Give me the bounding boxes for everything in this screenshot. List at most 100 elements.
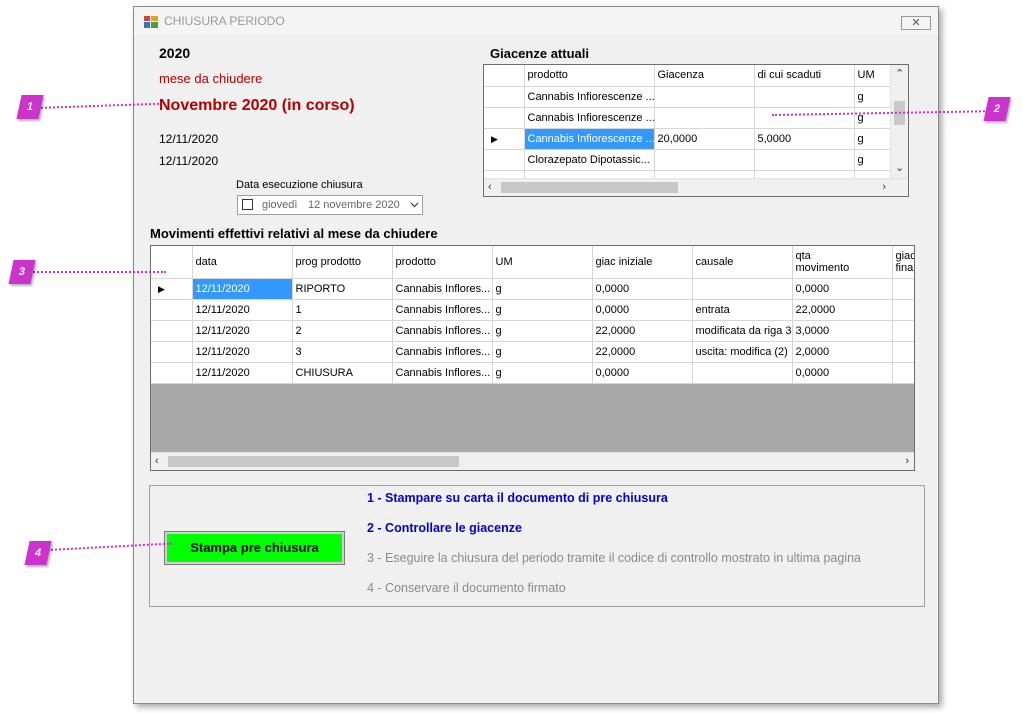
moves-cell[interactable]: RIPORTO <box>292 278 393 300</box>
print-preclose-button[interactable]: Stampa pre chiusura <box>164 531 345 565</box>
scroll-right-icon[interactable]: › <box>882 181 886 193</box>
moves-col-um[interactable]: UM <box>492 246 593 279</box>
moves-cell[interactable]: g <box>492 299 593 321</box>
row-header[interactable] <box>151 299 193 321</box>
moves-cell[interactable]: 12/11/2020 <box>192 278 293 300</box>
moves-col-prodotto[interactable]: prodotto <box>392 246 493 279</box>
stock-row[interactable]: Cannabis Infiorescenze ... g <box>484 86 895 108</box>
moves-cell[interactable]: 12/11/2020 <box>192 299 293 321</box>
moves-cell[interactable]: 2,0000 <box>792 341 893 363</box>
stock-col-um[interactable]: UM <box>854 65 895 87</box>
exec-date-checkbox[interactable] <box>242 199 253 210</box>
stock-col-scaduti[interactable]: di cui scaduti <box>754 65 855 87</box>
stock-col-prodotto[interactable]: prodotto <box>524 65 655 87</box>
stock-row[interactable]: Cannabis Infiorescenze ... g <box>484 107 895 129</box>
stock-hscrollbar[interactable]: ‹ › <box>484 178 908 196</box>
row-header[interactable]: ▶ <box>484 128 525 150</box>
close-button[interactable]: ✕ <box>901 16 931 30</box>
moves-col-giac-iniziale[interactable]: giac iniziale <box>592 246 693 279</box>
moves-cell[interactable]: 0,0000 <box>792 278 893 300</box>
stock-cell[interactable]: Cannabis Infiorescenze ... <box>524 107 655 129</box>
row-header[interactable]: ▶ <box>151 278 193 300</box>
moves-cell[interactable] <box>892 278 914 300</box>
moves-cell[interactable]: modificata da riga 3 <box>692 320 793 342</box>
moves-cell[interactable]: Cannabis Inflores... <box>392 341 493 363</box>
row-header[interactable] <box>151 362 193 384</box>
row-header[interactable] <box>484 107 525 129</box>
moves-col-data[interactable]: data <box>192 246 293 279</box>
stock-cell[interactable]: Clorazepato Dipotassic... <box>524 149 655 171</box>
moves-cell[interactable]: g <box>492 278 593 300</box>
table-row[interactable]: 12/11/2020 CHIUSURA Cannabis Inflores... g 0… <box>151 362 914 384</box>
moves-cell[interactable] <box>892 320 914 342</box>
moves-cell[interactable] <box>892 299 914 321</box>
row-header[interactable] <box>484 86 525 108</box>
scroll-right-icon[interactable]: › <box>905 455 909 467</box>
row-header[interactable] <box>484 149 525 171</box>
moves-cell[interactable]: 3,0000 <box>792 320 893 342</box>
moves-cell[interactable]: 0,0000 <box>592 299 693 321</box>
moves-cell[interactable] <box>692 362 793 384</box>
row-header[interactable] <box>151 341 193 363</box>
moves-cell[interactable]: 12/11/2020 <box>192 341 293 363</box>
table-row[interactable]: 12/11/2020 1 Cannabis Inflores... g 0,0000 en… <box>151 299 914 321</box>
scroll-left-icon[interactable]: ‹ <box>155 455 159 467</box>
moves-hscrollbar[interactable]: ‹ › <box>151 452 914 470</box>
stock-vscrollbar[interactable]: ⌃ ⌄ <box>890 65 908 179</box>
stock-col-giacenza[interactable]: Giacenza <box>654 65 755 87</box>
stock-cell[interactable]: 5,0000 <box>754 128 855 150</box>
stock-cell[interactable]: 20,0000 <box>654 128 755 150</box>
moves-cell[interactable] <box>892 341 914 363</box>
table-row[interactable]: ▶ 12/11/2020 RIPORTO Cannabis Inflores... g 0… <box>151 278 914 300</box>
moves-col-giac-finale[interactable]: giac fina <box>892 246 914 279</box>
moves-cell[interactable]: 2 <box>292 320 393 342</box>
moves-cell[interactable]: entrata <box>692 299 793 321</box>
table-row[interactable]: 12/11/2020 2 Cannabis Inflores... g 22,0000 m… <box>151 320 914 342</box>
moves-cell[interactable]: g <box>492 320 593 342</box>
moves-cell[interactable]: Cannabis Inflores... <box>392 278 493 300</box>
stock-cell[interactable]: Cannabis Infiorescenze ... <box>524 86 655 108</box>
moves-cell[interactable]: Cannabis Inflores... <box>392 299 493 321</box>
scroll-up-icon[interactable]: ⌃ <box>895 67 904 80</box>
moves-cell[interactable]: Cannabis Inflores... <box>392 362 493 384</box>
moves-cell[interactable]: 22,0000 <box>592 320 693 342</box>
stock-row[interactable]: ▶ Cannabis Infiorescenze ... 20,0000 5,0000… <box>484 128 895 150</box>
stock-grid[interactable]: prodotto Giacenza di cui scaduti UM Cann… <box>483 64 909 197</box>
stock-cell[interactable] <box>754 149 855 171</box>
moves-col-causale[interactable]: causale <box>692 246 793 279</box>
row-header[interactable] <box>151 320 193 342</box>
moves-col-qta[interactable]: qta movimento <box>792 246 893 279</box>
moves-cell[interactable]: 0,0000 <box>592 362 693 384</box>
moves-cell[interactable]: 22,0000 <box>592 341 693 363</box>
stock-cell[interactable]: g <box>854 149 895 171</box>
moves-cell[interactable]: 12/11/2020 <box>192 320 293 342</box>
moves-cell[interactable]: Cannabis Inflores... <box>392 320 493 342</box>
moves-cell[interactable]: CHIUSURA <box>292 362 393 384</box>
stock-cell[interactable] <box>754 107 855 129</box>
stock-cell[interactable]: g <box>854 86 895 108</box>
scroll-down-icon[interactable]: ⌄ <box>895 161 904 174</box>
moves-cell[interactable]: 12/11/2020 <box>192 362 293 384</box>
moves-cell[interactable]: 0,0000 <box>792 362 893 384</box>
stock-row[interactable]: Clorazepato Dipotassic... g <box>484 149 895 171</box>
stock-cell[interactable] <box>754 86 855 108</box>
moves-cell[interactable]: g <box>492 341 593 363</box>
moves-cell[interactable]: 1 <box>292 299 393 321</box>
stock-cell[interactable]: g <box>854 107 895 129</box>
moves-cell[interactable]: uscita: modifica (2) <box>692 341 793 363</box>
stock-cell[interactable] <box>654 107 755 129</box>
stock-hthumb[interactable] <box>501 182 678 193</box>
table-row[interactable]: 12/11/2020 3 Cannabis Inflores... g 22,0000 u… <box>151 341 914 363</box>
moves-cell[interactable]: g <box>492 362 593 384</box>
moves-col-prog[interactable]: prog prodotto <box>292 246 393 279</box>
moves-cell[interactable] <box>892 362 914 384</box>
exec-date-picker[interactable]: giovedì 12 novembre 2020 <box>237 195 423 215</box>
moves-hthumb[interactable] <box>168 456 459 467</box>
moves-cell[interactable] <box>692 278 793 300</box>
stock-cell[interactable] <box>654 149 755 171</box>
scroll-left-icon[interactable]: ‹ <box>488 181 492 193</box>
moves-cell[interactable]: 0,0000 <box>592 278 693 300</box>
moves-grid[interactable]: data prog prodotto prodotto UM giac iniz… <box>150 245 915 471</box>
stock-cell[interactable]: g <box>854 128 895 150</box>
moves-cell[interactable]: 3 <box>292 341 393 363</box>
